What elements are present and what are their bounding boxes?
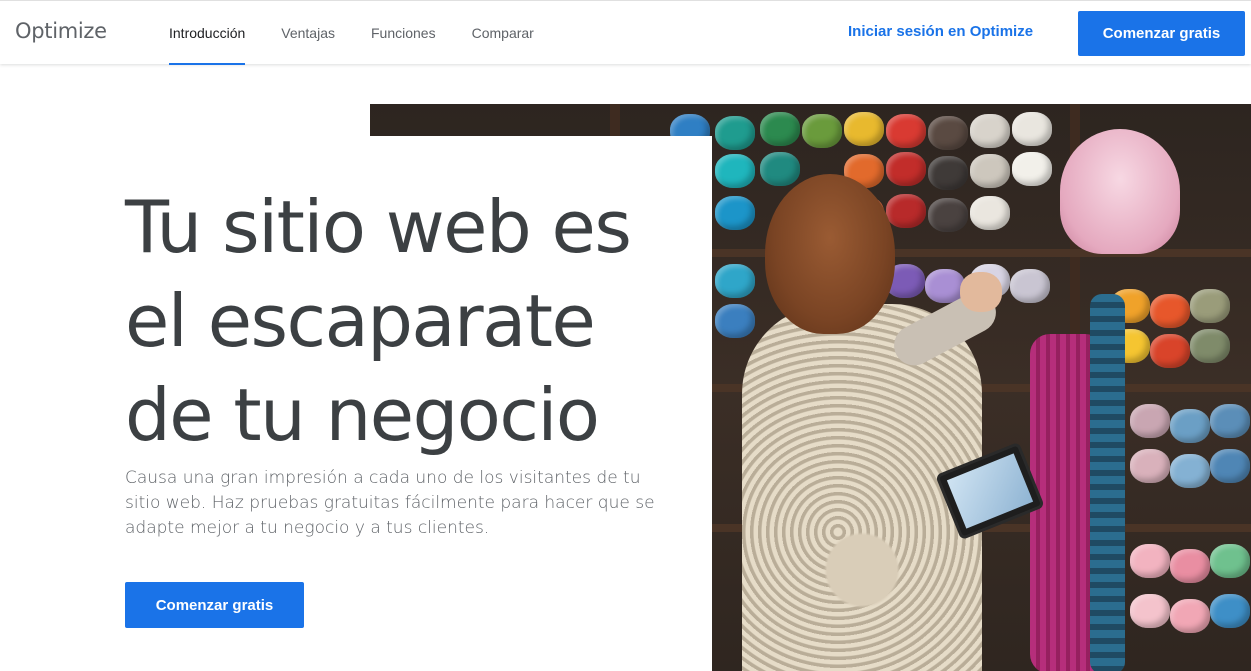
yarn-ball xyxy=(970,114,1010,148)
optimize-logo[interactable]: Optimize xyxy=(15,19,107,43)
yarn-ball xyxy=(1130,404,1170,438)
yarn-ball xyxy=(1170,454,1210,488)
yarn-ball xyxy=(886,194,926,228)
yarn-ball xyxy=(1150,294,1190,328)
hanging-scarf xyxy=(1090,294,1125,671)
yarn-ball xyxy=(760,152,800,186)
person-head xyxy=(765,174,895,334)
yarn-ball xyxy=(715,196,755,230)
yarn-ball xyxy=(715,116,755,150)
hero-title-line: Tu sitio web es xyxy=(125,185,632,269)
yarn-ball xyxy=(802,114,842,148)
signin-link[interactable]: Iniciar sesión en Optimize xyxy=(848,23,1033,40)
yarn-ball xyxy=(844,112,884,146)
yarn-ball xyxy=(1130,594,1170,628)
yarn-ball xyxy=(1170,409,1210,443)
knitted-hat xyxy=(1060,129,1180,254)
yarn-ball xyxy=(928,156,968,190)
yarn-ball xyxy=(928,116,968,150)
hero-description: Causa una gran impresión a cada uno de l… xyxy=(125,468,655,538)
person-hand xyxy=(960,272,1002,312)
yarn-ball xyxy=(715,264,755,298)
nav-tab-comparar[interactable]: Comparar xyxy=(472,1,534,65)
yarn-ball xyxy=(1190,289,1230,323)
nav-tab-introduccion[interactable]: Introducción xyxy=(169,1,246,65)
hero-title-line: de tu negocio xyxy=(125,373,600,457)
yarn-ball xyxy=(1012,152,1052,186)
yarn-ball xyxy=(1130,544,1170,578)
yarn-ball xyxy=(1210,544,1250,578)
yarn-ball xyxy=(1150,334,1190,368)
hero-title-line: el escaparate xyxy=(125,279,596,363)
yarn-ball xyxy=(715,154,755,188)
yarn-ball xyxy=(1190,329,1230,363)
top-header: Optimize Introducción Ventajas Funciones… xyxy=(0,0,1251,65)
yarn-ball xyxy=(928,198,968,232)
yarn-ball xyxy=(1210,449,1250,483)
yarn-ball xyxy=(1210,594,1250,628)
yarn-ball xyxy=(970,154,1010,188)
header-start-free-button[interactable]: Comenzar gratis xyxy=(1078,11,1245,56)
yarn-ball xyxy=(886,114,926,148)
yarn-ball xyxy=(1012,112,1052,146)
yarn-ball xyxy=(1210,404,1250,438)
yarn-ball xyxy=(760,112,800,146)
yarn-ball xyxy=(970,196,1010,230)
hero-title: Tu sitio web es el escaparate de tu nego… xyxy=(125,180,685,462)
hero-start-free-button[interactable]: Comenzar gratis xyxy=(125,582,304,628)
yarn-ball xyxy=(1130,449,1170,483)
nav-tab-funciones[interactable]: Funciones xyxy=(371,1,436,65)
main-nav: Introducción Ventajas Funciones Comparar xyxy=(169,1,570,65)
yarn-ball xyxy=(715,304,755,338)
yarn-ball xyxy=(1170,599,1210,633)
yarn-ball xyxy=(1170,549,1210,583)
yarn-ball xyxy=(886,152,926,186)
yarn-ball xyxy=(1010,269,1050,303)
nav-tab-ventajas[interactable]: Ventajas xyxy=(281,1,335,65)
